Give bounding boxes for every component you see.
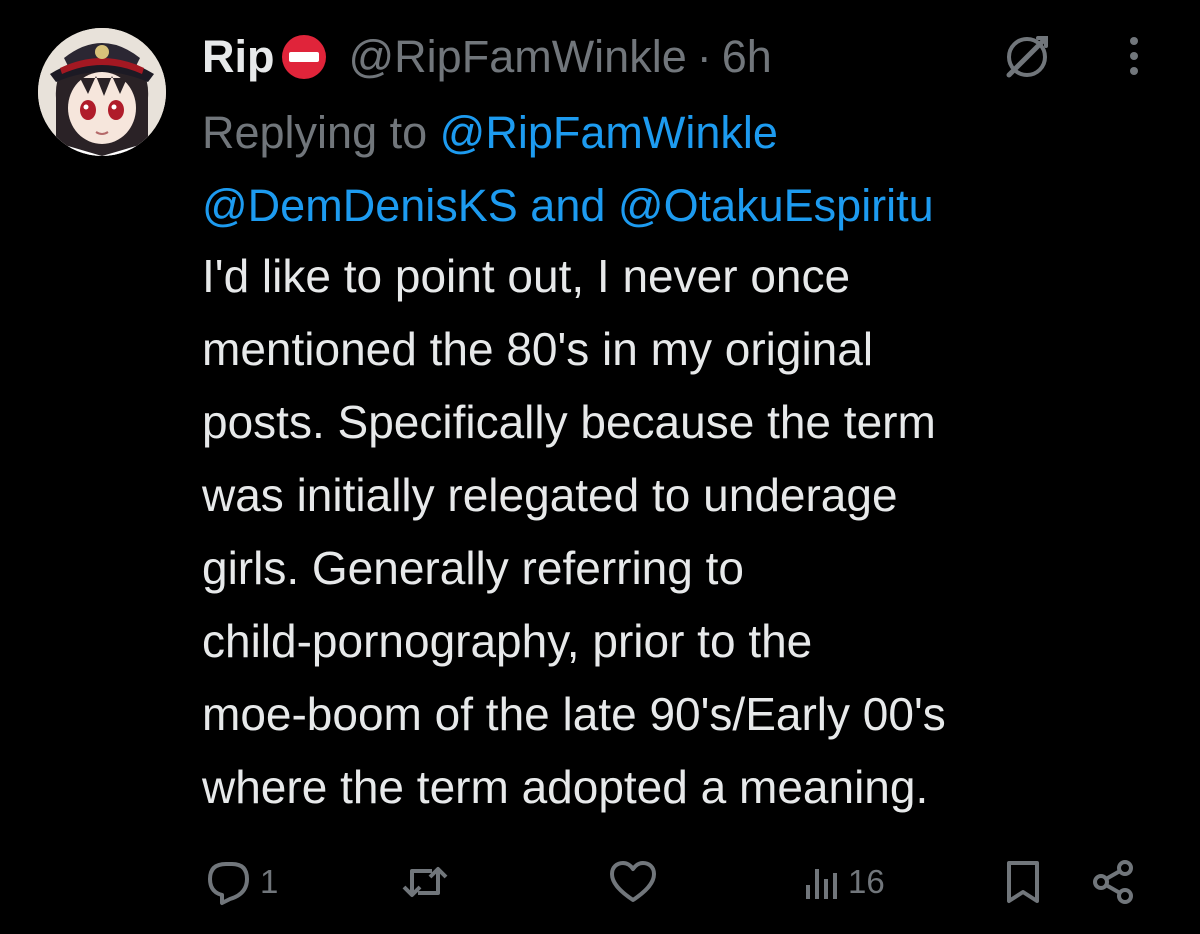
more-vertical-icon[interactable] [1116,28,1152,86]
views-icon [800,855,844,909]
tweet-text-line: I'd like to point out, I never once [202,250,851,302]
share-icon [1086,855,1140,909]
repost-icon [398,855,452,909]
mention-link[interactable]: @OtakuEspiritu [618,180,934,231]
replying-prefix: Replying to [202,107,428,158]
tweet-header: Rip @RipFamWinkle · 6h [202,28,772,86]
tweet-text-line: where the term adopted a meaning. [202,761,929,813]
tweet-text: I'd like to point out, I never once ment… [202,240,1162,824]
share-button[interactable] [1086,852,1140,912]
tweet-text-line: moe-boom of the late 90's/Early 00's [202,688,946,740]
repost-button[interactable] [398,852,456,912]
bookmark-button[interactable] [996,852,1050,912]
avatar[interactable] [38,28,166,156]
tweet-text-line: posts. Specifically because the term [202,396,936,448]
mention-link[interactable]: @DemDenisKS [202,180,518,231]
reply-button[interactable]: 1 [202,852,278,912]
reply-icon [202,855,256,909]
separator-dot: · [696,31,712,82]
tweet-text-line: girls. Generally referring to [202,542,744,594]
display-name[interactable]: Rip [202,28,275,86]
timestamp[interactable]: 6h [722,28,772,86]
no-entry-emoji-icon [279,32,329,82]
user-handle[interactable]: @RipFamWinkle [349,28,687,86]
mention-link[interactable]: @RipFamWinkle [440,107,778,158]
replying-to: Replying to @RipFamWinkle @DemDenisKS an… [202,96,1162,242]
views-button[interactable]: 16 [800,852,885,912]
like-button[interactable] [606,852,664,912]
reply-count: 1 [260,863,279,900]
heart-icon [606,855,660,909]
action-bar: 1 16 [200,852,1150,912]
mention-joiner: and [530,180,606,231]
tweet-text-line: mentioned the 80's in my original [202,323,874,375]
tweet-text-line: was initially relegated to underage [202,469,898,521]
bookmark-icon [996,855,1050,909]
grok-icon[interactable] [998,28,1056,86]
view-count: 16 [848,863,885,900]
tweet-text-line: child-pornography, prior to the [202,615,813,667]
